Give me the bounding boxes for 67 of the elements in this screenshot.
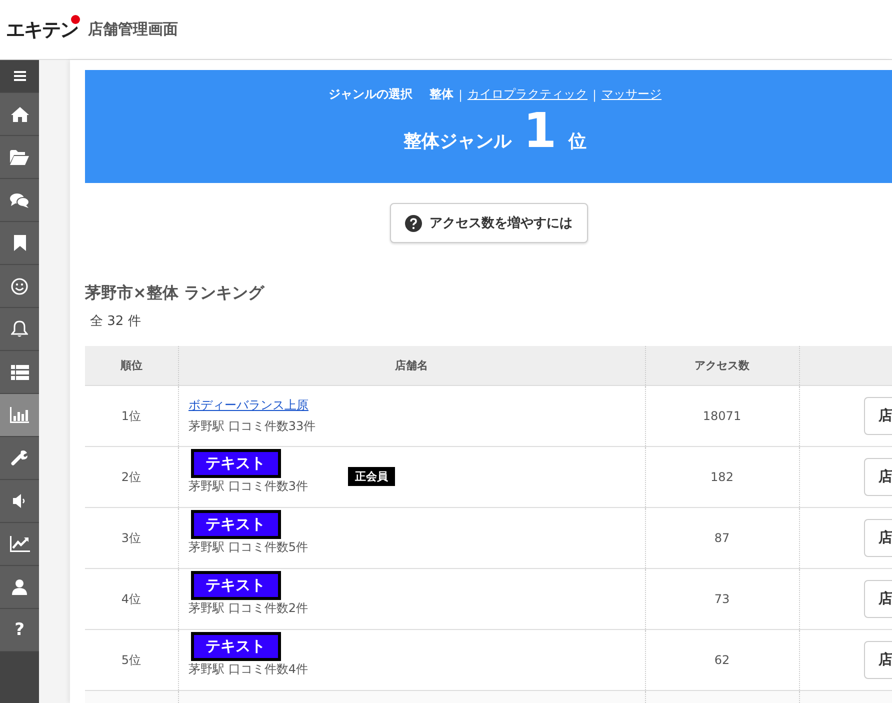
rank-cell: 4位 [85,568,178,630]
genre-label: ジャンルの選択 [328,86,412,103]
shop-button[interactable]: 店 [864,458,892,496]
column-header: 店舗名 [178,346,645,386]
sidebar-item[interactable]: ? [0,609,39,652]
logo[interactable]: エキテン [6,16,80,42]
header-title: 店舗管理画面 [88,20,178,39]
sidebar-item[interactable] [0,566,39,609]
result-count: 全 32 件 [90,313,142,330]
rank-title: 整体ジャンル [403,130,512,153]
member-badge: 正会員 [348,467,395,486]
speaker-icon [13,494,26,508]
user-icon [12,579,27,595]
access-count: 18071 [645,386,799,446]
shop-info: 茅野駅 口コミ件数3件 [188,478,308,495]
bell-icon [11,320,28,338]
help-icon [404,214,422,232]
rank-cell: 1位 [85,386,178,446]
separator: | [458,88,462,102]
wrench-icon [11,450,28,466]
shop-link[interactable]: ボディーバランス上原 [188,397,308,414]
help-button[interactable]: アクセス数を増やすには [390,203,588,243]
redaction-label: テキスト [190,571,280,600]
redaction-label: テキスト [190,510,280,539]
sidebar-item[interactable] [0,93,39,136]
shop-button[interactable]: 店 [864,580,892,618]
redaction-label: テキスト [190,449,280,478]
sidebar-item[interactable] [0,480,39,523]
bookmark-icon [14,235,26,251]
smiley-icon [11,278,28,294]
shop-button[interactable]: 店 [864,397,892,435]
separator: | [592,88,597,102]
sidebar-item[interactable] [0,394,39,437]
sidebar-item[interactable] [0,136,39,179]
list-icon [10,364,28,380]
access-count: 87 [645,508,799,568]
rank-cell: 3位 [85,508,178,568]
column-header: 順位 [85,346,178,386]
menu-icon [14,71,26,81]
chat-icon [10,192,29,208]
rank-cell: 2位 [85,446,178,508]
sidebar-item[interactable] [0,351,39,394]
shop-button[interactable]: 店 [864,519,892,557]
column-header: アクセス数 [645,346,799,386]
bar-chart-icon [10,407,29,423]
shop-info: 茅野駅 口コミ件数4件 [188,661,308,678]
current-genre: 整体 [429,86,454,103]
redaction-label: テキスト [190,632,280,661]
shop-info: 茅野駅 口コミ件数5件 [188,539,308,556]
sidebar-item[interactable] [0,523,39,566]
rank-suffix: 位 [568,130,587,153]
shop-info: 茅野駅 口コミ件数2件 [188,600,308,617]
sidebar-item[interactable] [0,308,39,351]
rank-number: 1 [523,107,557,155]
help-icon: ? [14,622,24,638]
sidebar-item[interactable] [0,437,39,480]
home-icon [10,106,28,122]
shop-info: 茅野駅 口コミ件数33件 [188,418,316,435]
ranking-title: 茅野市×整体 ランキング [85,283,266,304]
folder-icon [10,150,29,164]
sidebar-item[interactable] [0,179,39,222]
access-count: 182 [645,446,799,508]
line-chart-icon [10,536,30,552]
access-count: 73 [645,568,799,630]
shop-button[interactable]: 店 [864,641,892,679]
sidebar-item[interactable] [0,222,39,265]
sidebar-item[interactable] [0,265,39,308]
